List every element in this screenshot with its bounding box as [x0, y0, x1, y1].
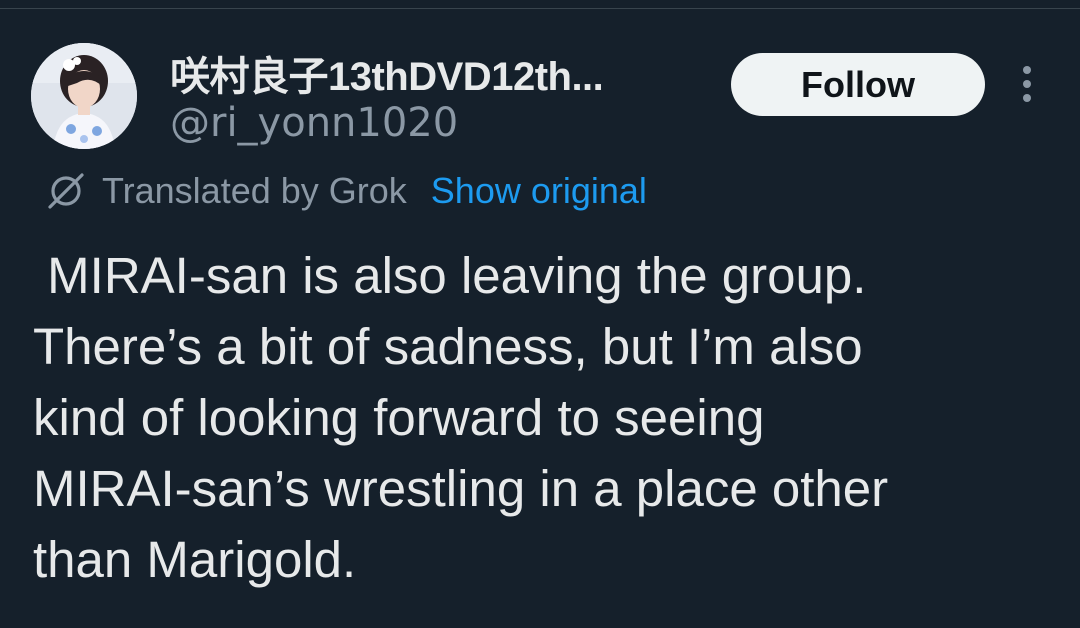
more-vertical-icon: [1023, 66, 1031, 102]
show-original-link[interactable]: Show original: [431, 170, 647, 212]
translation-bar: Translated by Grok Show original: [44, 166, 647, 216]
author-handle[interactable]: @ri_yonn1020: [170, 100, 458, 146]
author-display-name[interactable]: 咲村良子13thDVD12th...: [170, 44, 604, 102]
top-divider: [0, 0, 1080, 9]
translated-by-label: Translated by Grok: [102, 170, 407, 211]
follow-button[interactable]: Follow: [731, 53, 985, 116]
avatar[interactable]: [31, 43, 137, 149]
more-options-button[interactable]: [1012, 62, 1042, 106]
tweet-text: MIRAI-san is also leaving the group. The…: [33, 247, 889, 588]
grok-icon: [48, 173, 84, 209]
